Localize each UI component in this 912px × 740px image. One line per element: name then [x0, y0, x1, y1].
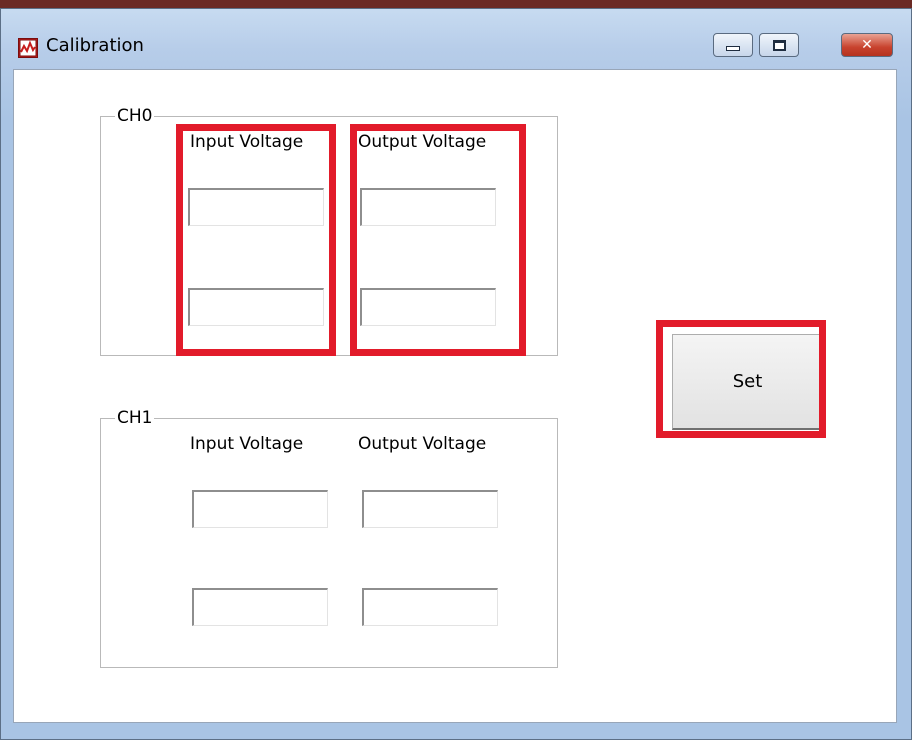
ch0-input-voltage-field-2[interactable] — [188, 288, 324, 326]
minimize-icon — [726, 45, 740, 51]
ch0-output-voltage-field-1[interactable] — [360, 188, 496, 226]
ch1-groupbox: CH1 — [100, 409, 558, 668]
ch0-output-voltage-field-2[interactable] — [360, 288, 496, 326]
calibration-window: Calibration ✕ CH0 Input Voltage Output V… — [0, 8, 912, 740]
ch1-output-voltage-field-2[interactable] — [362, 588, 498, 626]
waveform-icon — [18, 38, 38, 58]
dialog-client-area: CH0 Input Voltage Output Voltage CH1 Inp… — [13, 69, 897, 723]
ch0-input-voltage-field-1[interactable] — [188, 188, 324, 226]
ch1-output-voltage-label: Output Voltage — [358, 434, 487, 454]
ch1-group-title: CH1 — [115, 408, 155, 428]
window-title: Calibration — [46, 35, 144, 56]
ch1-input-voltage-label: Input Voltage — [190, 434, 304, 454]
ch1-input-voltage-field-2[interactable] — [192, 588, 328, 626]
ch1-output-voltage-field-1[interactable] — [362, 490, 498, 528]
top-edge-strip — [0, 0, 912, 8]
maximize-icon — [772, 39, 786, 51]
set-button[interactable]: Set — [672, 334, 824, 430]
ch0-output-voltage-label: Output Voltage — [358, 132, 487, 152]
maximize-button[interactable] — [759, 33, 799, 57]
close-icon: ✕ — [861, 37, 873, 53]
ch0-input-voltage-label: Input Voltage — [190, 132, 304, 152]
ch0-group-title: CH0 — [115, 106, 155, 126]
title-bar[interactable]: Calibration ✕ — [1, 9, 911, 69]
ch1-input-voltage-field-1[interactable] — [192, 490, 328, 528]
close-button[interactable]: ✕ — [841, 33, 893, 57]
minimize-button[interactable] — [713, 33, 753, 57]
